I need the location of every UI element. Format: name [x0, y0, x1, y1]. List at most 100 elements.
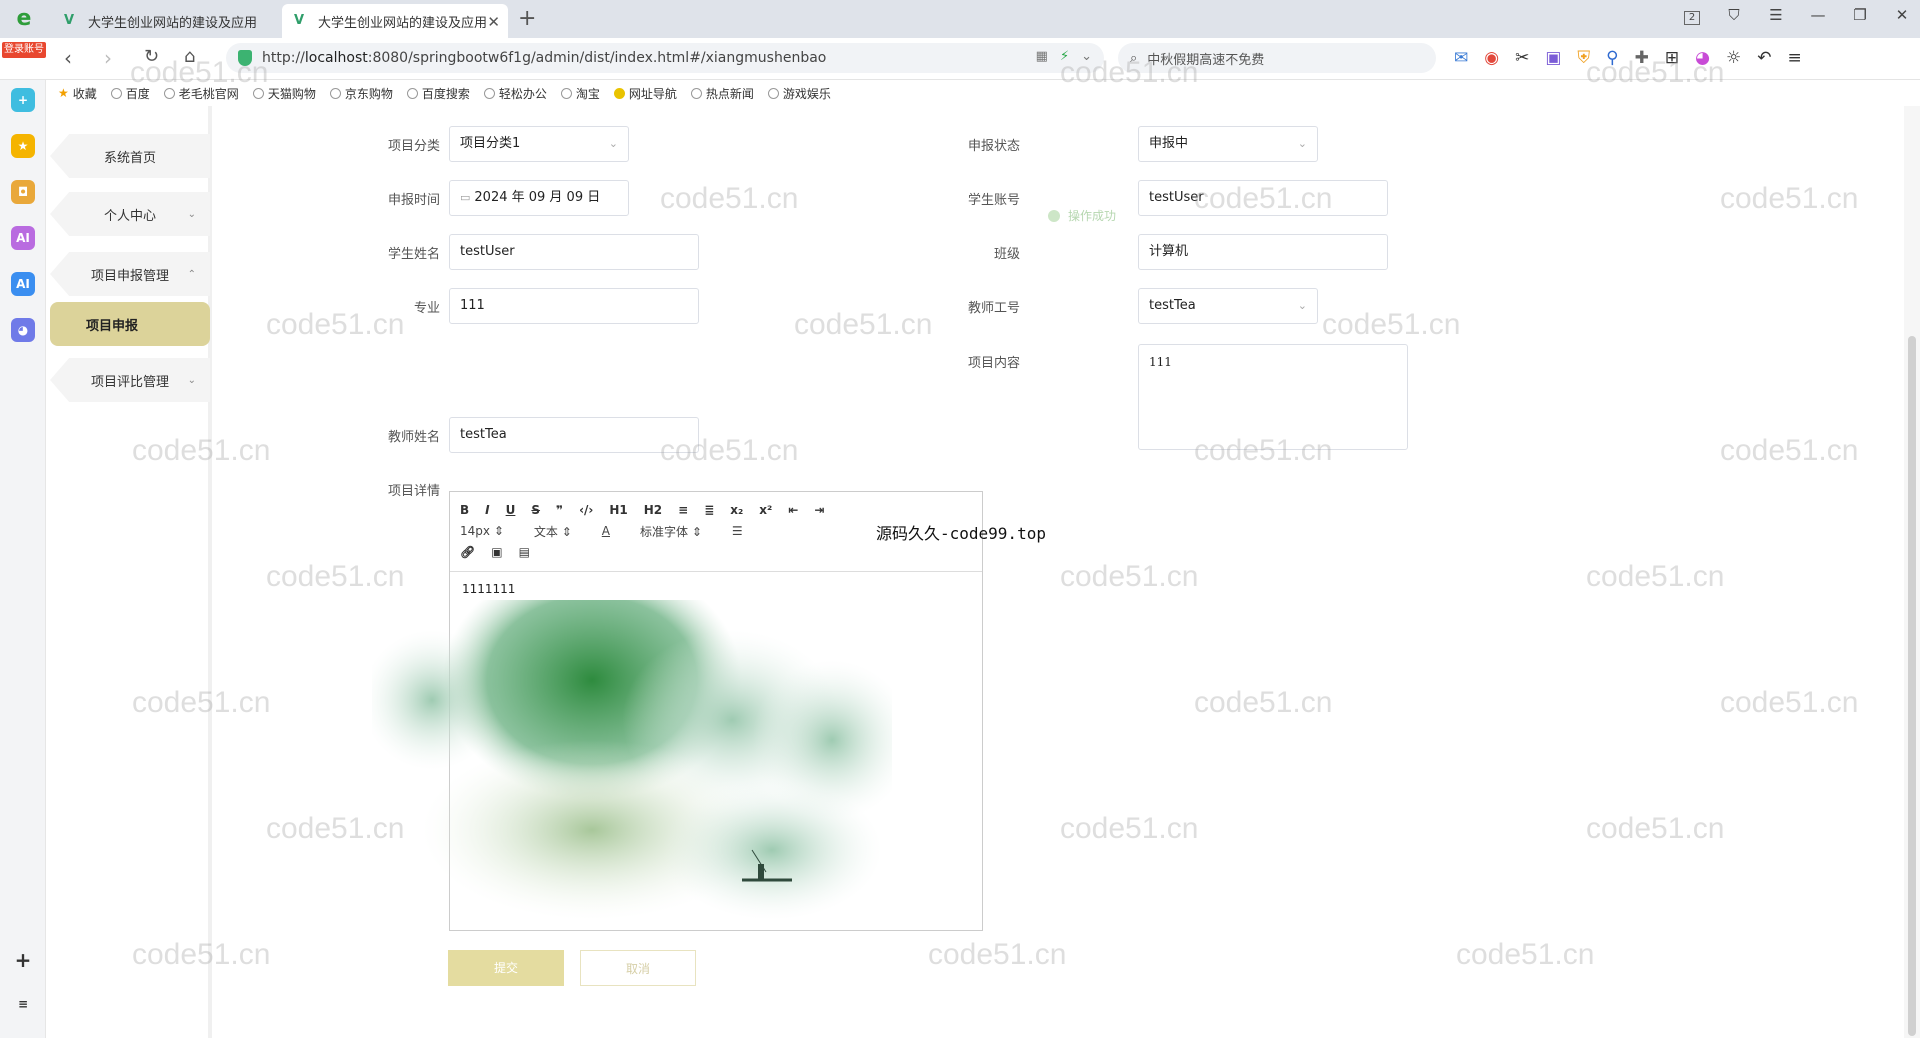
indent-icon[interactable]: ⇥ — [814, 503, 824, 517]
bookmark[interactable]: 京东购物 — [329, 85, 393, 102]
translate-icon[interactable]: ▣ — [1545, 48, 1561, 68]
sidebar-item-project-apply-mgmt[interactable]: 项目申报管理 ⌃ — [50, 252, 210, 296]
sidebar-item-project-apply[interactable]: 项目申报 — [50, 302, 210, 346]
font-size-select[interactable]: 14px ⇕ — [460, 524, 504, 538]
menu-icon[interactable]: ☰ — [1768, 6, 1784, 25]
cancel-button[interactable]: 取消 — [580, 950, 696, 986]
undo-icon[interactable]: ↶ — [1757, 48, 1771, 68]
bookmark[interactable]: 网址导航 — [613, 85, 677, 102]
back-icon[interactable]: ‹ — [64, 46, 72, 70]
ordered-list-icon[interactable]: ≡ — [678, 503, 688, 517]
qr-icon[interactable]: ▦ — [1036, 49, 1048, 64]
chevron-down-icon: ⌄ — [1297, 137, 1307, 150]
teacher-name-field[interactable]: testTea — [449, 417, 699, 453]
plus-square-icon[interactable]: + — [11, 88, 35, 112]
login-badge[interactable]: 登录账号 — [2, 42, 46, 58]
category-select[interactable]: 项目分类1 ⌄ — [449, 126, 629, 162]
sidebar-item-project-compare-mgmt[interactable]: 项目评比管理 ⌄ — [50, 358, 210, 402]
puzzle-icon[interactable]: ✚ — [1635, 48, 1649, 68]
calendar-icon: ▭ — [460, 191, 471, 204]
home-icon[interactable]: ⌂ — [184, 46, 195, 67]
sidebar-item-profile[interactable]: 个人中心 ⌄ — [50, 192, 210, 236]
scrollbar-thumb[interactable] — [1908, 336, 1916, 1036]
superscript-icon[interactable]: x² — [759, 503, 772, 517]
robot-icon[interactable]: ◕ — [11, 318, 35, 342]
new-tab-button[interactable]: + — [518, 6, 536, 31]
shirt-icon[interactable]: ⛉ — [1726, 6, 1742, 25]
bookmark[interactable]: 百度 — [110, 85, 150, 102]
brightness-icon[interactable]: ☼ — [1726, 48, 1741, 68]
mail-icon[interactable]: ✉ — [1454, 48, 1468, 68]
add-icon[interactable]: + — [11, 948, 35, 972]
ai-assistant-icon[interactable]: AI — [11, 226, 35, 250]
blockquote-icon[interactable]: ❞ — [556, 503, 563, 517]
align-icon[interactable]: ☰ — [732, 524, 743, 538]
video-icon[interactable]: ▤ — [519, 545, 530, 559]
teacher-id-select[interactable]: testTea ⌄ — [1138, 288, 1318, 324]
italic-icon[interactable]: I — [485, 503, 489, 517]
strike-icon[interactable]: S — [531, 503, 540, 517]
bookmark-favorites[interactable]: ★ 收藏 — [58, 85, 97, 102]
underline-icon[interactable]: U — [506, 503, 516, 517]
close-icon[interactable]: ✕ — [487, 13, 500, 31]
shield-extension-icon[interactable]: ⛨ — [1577, 48, 1590, 68]
image-icon[interactable]: ▣ — [491, 545, 502, 559]
reload-icon[interactable]: ↻ — [144, 46, 159, 67]
sidebar-item-home[interactable]: 系统首页 — [50, 134, 210, 178]
bold-icon[interactable]: B — [460, 503, 469, 517]
font-family-select[interactable]: 标准字体 ⇕ — [640, 523, 702, 540]
star-app-icon[interactable]: ★ — [11, 134, 35, 158]
bookmark[interactable]: 热点新闻 — [690, 85, 754, 102]
site-icon — [483, 87, 495, 99]
close-window-icon[interactable]: ✕ — [1894, 6, 1910, 25]
font-color-icon[interactable]: A — [602, 524, 610, 538]
header-select[interactable]: 文本 ⇕ — [534, 523, 572, 540]
date-picker[interactable]: ▭ 2024 年 09 月 09 日 — [449, 180, 629, 216]
chevron-down-icon[interactable]: ⌄ — [1081, 49, 1092, 64]
major-field[interactable]: 111 — [449, 288, 699, 324]
main-menu-icon[interactable]: ≡ — [1787, 48, 1801, 68]
lightning-icon[interactable]: ⚡ — [1060, 49, 1069, 64]
code-icon[interactable]: ‹/› — [579, 503, 593, 517]
weibo-icon[interactable]: ◉ — [1484, 48, 1499, 68]
bookmark[interactable]: 轻松办公 — [483, 85, 547, 102]
subscript-icon[interactable]: x₂ — [730, 503, 743, 517]
zoom-icon[interactable]: ⚲ — [1606, 48, 1618, 68]
page-scrollbar[interactable] — [1904, 106, 1920, 1038]
browser-tab[interactable]: V 大学生创业网站的建设及应用 — [52, 4, 278, 38]
restore-icon[interactable]: ❐ — [1852, 6, 1868, 25]
student-account-field[interactable]: testUser — [1138, 180, 1388, 216]
grid-icon[interactable]: ⊞ — [1665, 48, 1679, 68]
search-box[interactable]: ⌕ 中秋假期高速不免费 — [1118, 43, 1436, 73]
browser-toolbar: ✉ ◉ ✂ ▣ ⛨ ⚲ ✚ ⊞ ◕ ☼ ↶ ≡ — [1454, 48, 1802, 68]
bookmark[interactable]: 天猫购物 — [252, 85, 316, 102]
heading1-icon[interactable]: H1 — [609, 503, 627, 517]
bookmark[interactable]: 游戏娱乐 — [767, 85, 831, 102]
browser-tab-active[interactable]: V 大学生创业网站的建设及应用 ✕ — [282, 4, 508, 38]
chevron-down-icon: ⌄ — [1297, 299, 1307, 312]
address-bar[interactable]: http://localhost:8080/springbootw6f1g/ad… — [226, 43, 1104, 73]
submit-button[interactable]: 提交 — [448, 950, 564, 986]
bookmark[interactable]: 百度搜索 — [406, 85, 470, 102]
content-textarea[interactable]: 111 — [1138, 344, 1408, 450]
heading2-icon[interactable]: H2 — [644, 503, 662, 517]
browser-logo: e — [16, 6, 32, 31]
bullet-list-icon[interactable]: ≣ — [704, 503, 714, 517]
site-icon — [163, 87, 175, 99]
list-icon[interactable]: ≡ — [11, 992, 35, 1016]
ai-icon[interactable]: AI — [11, 272, 35, 296]
status-select[interactable]: 申报中 ⌄ — [1138, 126, 1318, 162]
outdent-icon[interactable]: ⇤ — [788, 503, 798, 517]
color-wheel-icon[interactable]: ◕ — [1695, 48, 1710, 68]
minimize-icon[interactable]: — — [1810, 6, 1826, 25]
link-icon[interactable]: 🔗︎ — [460, 545, 475, 559]
forward-icon[interactable]: › — [104, 46, 112, 70]
tab-count-icon[interactable]: 2 — [1684, 6, 1700, 25]
scissors-icon[interactable]: ✂ — [1515, 48, 1529, 68]
bookmark[interactable]: 淘宝 — [560, 85, 600, 102]
student-name-field[interactable]: testUser — [449, 234, 699, 270]
bookmark[interactable]: 老毛桃官网 — [163, 85, 239, 102]
class-field[interactable]: 计算机 — [1138, 234, 1388, 270]
game-icon[interactable]: ◘ — [11, 180, 35, 204]
vue-favicon-icon: V — [64, 13, 75, 28]
